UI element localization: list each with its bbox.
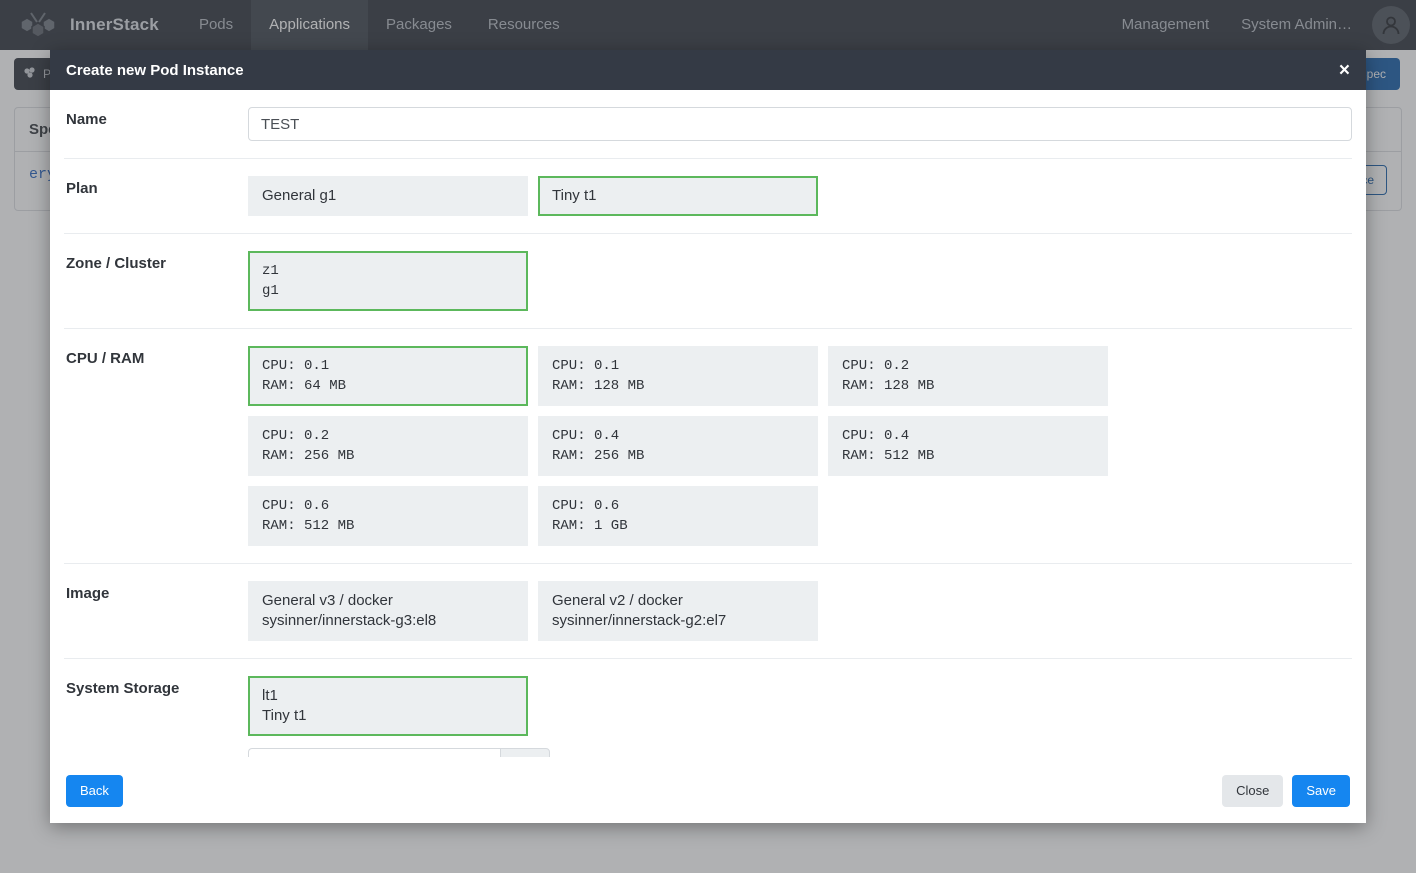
- system-storage-size-input[interactable]: [248, 748, 500, 757]
- form-row-zone-cluster: Zone / Cluster z1 g1: [64, 234, 1352, 329]
- zone-cluster-options: z1 g1: [248, 251, 1352, 311]
- cpu-ram-label: CPU / RAM: [66, 350, 145, 367]
- system-storage-option-line2: Tiny t1: [262, 707, 307, 724]
- system-storage-size-group: GB: [248, 748, 1352, 757]
- modal-body: Name Plan General g1 Tiny t1 Zone / Clus…: [50, 90, 1366, 757]
- form-row-name: Name: [64, 90, 1352, 159]
- modal-footer-right-group: Close Save: [1222, 774, 1350, 807]
- cpu-ram-option-3-cpu: CPU: 0.2: [262, 428, 330, 444]
- cpu-ram-option-4-cpu: CPU: 0.4: [552, 428, 620, 444]
- cpu-ram-options: CPU: 0.1 RAM: 64 MB CPU: 0.1 RAM: 128 MB…: [248, 346, 1352, 546]
- cpu-ram-option-0[interactable]: CPU: 0.1 RAM: 64 MB: [248, 346, 528, 406]
- modal-header: Create new Pod Instance ×: [50, 50, 1366, 90]
- image-label: Image: [66, 585, 110, 602]
- cpu-ram-option-0-ram: RAM: 64 MB: [262, 378, 347, 394]
- plan-options: General g1 Tiny t1: [248, 176, 1352, 216]
- close-icon[interactable]: ×: [1339, 61, 1350, 80]
- plan-label: Plan: [66, 180, 98, 197]
- zone-cluster-option-line1: z1: [262, 263, 279, 279]
- cpu-ram-option-3-ram: RAM: 256 MB: [262, 448, 355, 464]
- cpu-ram-option-6-ram: RAM: 512 MB: [262, 518, 355, 534]
- image-option-1-line1: General v2 / docker: [552, 592, 683, 609]
- image-option-1-line2: sysinner/innerstack-g2:el7: [552, 612, 727, 629]
- cpu-ram-option-2-cpu: CPU: 0.2: [842, 358, 910, 374]
- image-option-1[interactable]: General v2 / docker sysinner/innerstack-…: [538, 581, 818, 641]
- cpu-ram-option-7-ram: RAM: 1 GB: [552, 518, 628, 534]
- zone-cluster-option-line2: g1: [262, 283, 279, 299]
- system-storage-unit-label: GB: [500, 748, 550, 757]
- cpu-ram-option-2-ram: RAM: 128 MB: [842, 378, 935, 394]
- name-label: Name: [66, 111, 107, 128]
- cpu-ram-option-0-cpu: CPU: 0.1: [262, 358, 330, 374]
- page-root: InnerStack Pods Applications Packages Re…: [0, 0, 1416, 873]
- image-option-0-line2: sysinner/innerstack-g3:el8: [262, 612, 437, 629]
- system-storage-content: lt1 Tiny t1 GB Range: 1 ~ 10 GB: [248, 676, 1352, 757]
- system-storage-option-lt1[interactable]: lt1 Tiny t1: [248, 676, 528, 736]
- cpu-ram-option-1[interactable]: CPU: 0.1 RAM: 128 MB: [538, 346, 818, 406]
- name-input[interactable]: [248, 107, 1352, 141]
- cpu-ram-option-5[interactable]: CPU: 0.4 RAM: 512 MB: [828, 416, 1108, 476]
- cpu-ram-option-7-cpu: CPU: 0.6: [552, 498, 620, 514]
- system-storage-option-line1: lt1: [262, 687, 278, 704]
- image-option-0[interactable]: General v3 / docker sysinner/innerstack-…: [248, 581, 528, 641]
- modal-footer: Back Close Save: [50, 757, 1366, 823]
- cpu-ram-option-7[interactable]: CPU: 0.6 RAM: 1 GB: [538, 486, 818, 546]
- form-row-image: Image General v3 / docker sysinner/inner…: [64, 564, 1352, 659]
- create-pod-instance-modal: Create new Pod Instance × Name Plan Gene…: [50, 50, 1366, 823]
- cpu-ram-option-4-ram: RAM: 256 MB: [552, 448, 645, 464]
- cpu-ram-option-6-cpu: CPU: 0.6: [262, 498, 330, 514]
- plan-option-general-g1[interactable]: General g1: [248, 176, 528, 216]
- cpu-ram-option-2[interactable]: CPU: 0.2 RAM: 128 MB: [828, 346, 1108, 406]
- close-button[interactable]: Close: [1222, 774, 1284, 807]
- cpu-ram-option-1-ram: RAM: 128 MB: [552, 378, 645, 394]
- plan-option-tiny-t1[interactable]: Tiny t1: [538, 176, 818, 216]
- cpu-ram-option-1-cpu: CPU: 0.1: [552, 358, 620, 374]
- cpu-ram-option-3[interactable]: CPU: 0.2 RAM: 256 MB: [248, 416, 528, 476]
- image-option-0-line1: General v3 / docker: [262, 592, 393, 609]
- form-row-plan: Plan General g1 Tiny t1: [64, 159, 1352, 234]
- zone-cluster-label: Zone / Cluster: [66, 255, 167, 272]
- form-row-cpu-ram: CPU / RAM CPU: 0.1 RAM: 64 MB CPU: 0.1 R…: [64, 329, 1352, 564]
- zone-cluster-option-z1-g1[interactable]: z1 g1: [248, 251, 528, 311]
- name-field-wrapper: [248, 107, 1352, 141]
- image-options: General v3 / docker sysinner/innerstack-…: [248, 581, 1352, 641]
- cpu-ram-option-6[interactable]: CPU: 0.6 RAM: 512 MB: [248, 486, 528, 546]
- cpu-ram-option-5-ram: RAM: 512 MB: [842, 448, 935, 464]
- cpu-ram-option-5-cpu: CPU: 0.4: [842, 428, 910, 444]
- back-button[interactable]: Back: [66, 774, 123, 807]
- system-storage-label: System Storage: [66, 680, 180, 697]
- modal-title: Create new Pod Instance: [66, 61, 244, 79]
- save-button[interactable]: Save: [1292, 774, 1350, 807]
- cpu-ram-option-4[interactable]: CPU: 0.4 RAM: 256 MB: [538, 416, 818, 476]
- form-row-system-storage: System Storage lt1 Tiny t1 GB Range: 1 ~…: [64, 659, 1352, 757]
